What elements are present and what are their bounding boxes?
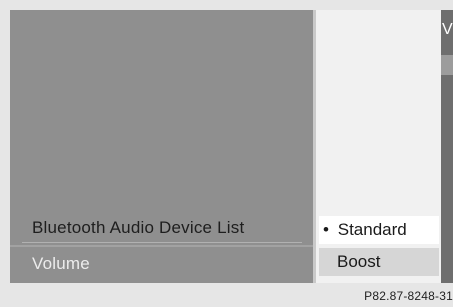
selected-bullet-icon: •: [323, 220, 329, 239]
menu-item-bluetooth-audio-device-list[interactable]: Bluetooth Audio Device List: [32, 218, 244, 238]
right-edge-band: [441, 55, 453, 75]
menu-item-volume[interactable]: Volume: [32, 254, 90, 274]
figure-reference-number: P82.87-8248-31: [364, 289, 453, 303]
right-edge-panel: V: [441, 10, 453, 283]
popup-option-label: Boost: [337, 252, 381, 271]
popup-shadow: [313, 10, 316, 283]
cropped-text-fragment: V: [442, 21, 453, 38]
left-menu-pane: Bluetooth Audio Device List Volume: [10, 10, 313, 283]
popup-option-standard[interactable]: • Standard: [319, 216, 439, 244]
volume-popup-menu: • Standard Boost: [313, 10, 441, 283]
popup-option-boost[interactable]: Boost: [319, 248, 439, 276]
menu-item-divider: [22, 242, 302, 243]
pane-divider-line: [10, 245, 313, 247]
infotainment-screen: Bluetooth Audio Device List Volume • Sta…: [10, 10, 453, 283]
popup-option-label: Standard: [337, 220, 407, 239]
